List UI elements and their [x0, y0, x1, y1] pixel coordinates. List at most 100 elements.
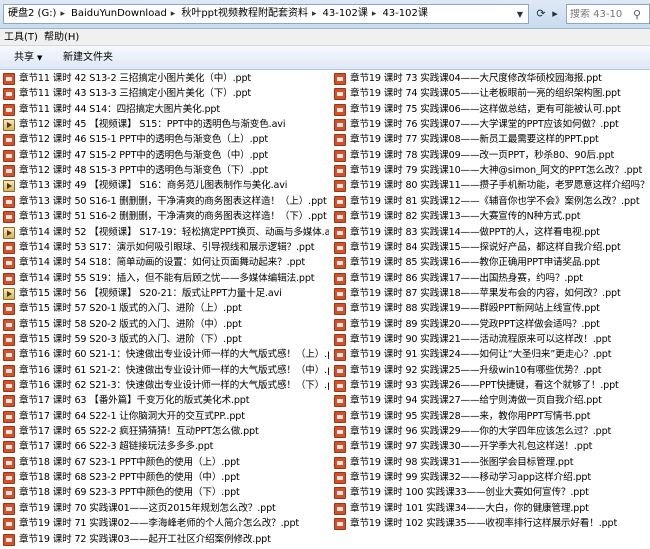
file-name: 章节17 课时 65 S22-2 疯狂猜猜猜！互动PPT怎么做.ppt [19, 426, 259, 438]
menu-help[interactable]: 帮助(H) [44, 31, 79, 44]
file-item[interactable]: 章节15 课时 58 S20-2 版式的入门、进阶（中）.ppt [3, 317, 329, 333]
ppt-file-icon [334, 180, 346, 193]
breadcrumb-course-folder[interactable]: 秋叶ppt视频教程附配套资料 [177, 5, 310, 23]
file-item[interactable]: 章节19 课时 90 实践课21——活动流程原来可以这样改！.ppt [334, 332, 650, 348]
file-name: 章节19 课时 94 实践课27——给宁则涛做一页自我介绍.ppt [350, 395, 602, 407]
file-item[interactable]: 章节15 课时 57 S20-1 版式的入门、进阶（上）.ppt [3, 301, 329, 317]
breadcrumb-separator-icon[interactable]: ▸ [58, 9, 67, 19]
file-item[interactable]: 章节19 课时 84 实践课15——探说好产品，都这样自我介绍.ppt [334, 240, 650, 256]
file-item[interactable]: 章节17 课时 64 S22-1 让你脑洞大开的交互式PP..ppt [3, 409, 329, 425]
file-item[interactable]: 章节19 课时 81 实践课12——《辅音你也学不会》案例怎么改？.ppt [334, 194, 650, 210]
file-item[interactable]: 章节19 课时 99 实践课32——移动学习app这样介绍.ppt [334, 470, 650, 486]
file-item[interactable]: 章节11 课时 42 S13-2 三招搞定小图片美化（中）.ppt [3, 71, 329, 87]
file-item[interactable]: 章节12 课时 48 S15-3 PPT中的透明色与渐变色（下）.ppt [3, 163, 329, 179]
file-item[interactable]: 章节18 课时 69 S23-3 PPT中颜色的使用（下）.ppt [3, 485, 329, 501]
file-item[interactable]: 章节19 课时 79 实践课10——大神@simon_阿文的PPT怎么改？.pp… [334, 163, 650, 179]
file-item[interactable]: 章节19 课时 85 实践课16——教你正确用PPT申请奖品.ppt [334, 255, 650, 271]
file-item[interactable]: 章节12 课时 45 【视频课】 S15：PPT中的透明色与渐变色.avi [3, 117, 329, 133]
ppt-file-icon [3, 211, 15, 224]
file-item[interactable]: 章节13 课时 51 S16-2 删删删，干净清爽的商务图表这样造！（下）.pp… [3, 209, 329, 225]
file-item[interactable]: 章节19 课时 88 实践课19——群殴PPT新网站上线宣传.ppt [334, 301, 650, 317]
file-item[interactable]: 章节19 课时 70 实践课01——这页2015年规划怎么改？.ppt [3, 501, 329, 517]
breadcrumb-baiduyun[interactable]: BaiduYunDownload [67, 5, 169, 23]
file-item[interactable]: 章节16 课时 60 S21-1：快速做出专业设计师一样的大气版式感！（上）.p… [3, 347, 329, 363]
menu-bar: 工具(T) 帮助(H) [0, 29, 650, 46]
ppt-file-icon [334, 380, 346, 392]
file-item[interactable]: 章节19 课时 75 实践课06——这样做总结，更有可能被认可.ppt [334, 102, 650, 118]
menu-tools[interactable]: 工具(T) [4, 31, 38, 44]
file-item[interactable]: 章节17 课时 65 S22-2 疯狂猜猜猜！互动PPT怎么做.ppt [3, 424, 329, 440]
file-item[interactable]: 章节16 课时 62 S21-3：快速做出专业设计师一样的大气版式感！（下）.p… [3, 378, 329, 394]
file-item[interactable]: 章节19 课时 73 实践课04——大尺度修改华硕校园海报.ppt [334, 71, 650, 87]
file-item[interactable]: 章节19 课时 72 实践课03——起开工社区介绍案例修改.ppt [3, 532, 329, 548]
file-name: 章节15 课时 57 S20-1 版式的入门、进阶（上）.ppt [19, 303, 242, 315]
breadcrumb-lesson-folder[interactable]: 43-102课 [318, 5, 369, 23]
file-item[interactable]: 章节19 课时 97 实践课30——开学季大礼包这样送！.ppt [334, 439, 650, 455]
file-item[interactable]: 章节19 课时 71 实践课02——李海峰老师的个人简介怎么改？.ppt [3, 516, 329, 532]
file-name: 章节13 课时 51 S16-2 删删删，干净清爽的商务图表这样造！（下）.pp… [19, 211, 327, 223]
file-item[interactable]: 章节17 课时 63 【番外篇】千变万化的版式美化术.ppt [3, 393, 329, 409]
file-item[interactable]: 章节19 课时 102 实践课35——收视率排行这样展示好看！.ppt [334, 516, 650, 532]
file-item[interactable]: 章节19 课时 96 实践课29——你的大学四年应该怎么过？.ppt [334, 424, 650, 440]
search-icon[interactable]: ⚲ [633, 8, 641, 21]
file-item[interactable]: 章节19 课时 86 实践课17——出国热身赛，约吗？.ppt [334, 271, 650, 287]
file-item[interactable]: 章节12 课时 47 S15-2 PPT中的透明色与渐变色（中）.ppt [3, 148, 329, 164]
file-item[interactable]: 章节19 课时 76 实践课07——大学课堂的PPT应该如何做？.ppt [334, 117, 650, 133]
file-item[interactable]: 章节13 课时 50 S16-1 删删删，干净清爽的商务图表这样造！（上）.pp… [3, 194, 329, 210]
file-item[interactable]: 章节19 课时 87 实践课18——苹果发布会的内容，如何改？.ppt [334, 286, 650, 302]
file-item[interactable]: 章节18 课时 67 S23-1 PPT中颜色的使用（上）.ppt [3, 455, 329, 471]
file-item[interactable]: 章节16 课时 61 S21-2：快速做出专业设计师一样的大气版式感！（中）.p… [3, 363, 329, 379]
forward-arrow-icon[interactable]: ▸ [545, 5, 565, 23]
file-item[interactable]: 章节12 课时 46 S15-1 PPT中的透明色与渐变色（上）.ppt [3, 132, 329, 148]
breadcrumb-drive[interactable]: 硬盘2 (G:) [4, 5, 58, 23]
address-bar[interactable]: 硬盘2 (G:) ▸ BaiduYunDownload ▸ 秋叶ppt视频教程附… [3, 4, 529, 24]
breadcrumb-separator-icon[interactable]: ▸ [310, 9, 319, 19]
file-name: 章节18 课时 67 S23-1 PPT中颜色的使用（上）.ppt [19, 456, 240, 468]
ppt-file-icon [3, 410, 15, 423]
file-item[interactable]: 章节19 课时 92 实践课25——升级win10有哪些优势？.ppt [334, 363, 650, 379]
chevron-down-icon[interactable]: ▼ [512, 10, 528, 19]
file-item[interactable]: 章节19 课时 101 实践课34——大白，你的健康管理.ppt [334, 501, 650, 517]
file-list: 章节11 课时 42 S13-2 三招搞定小图片美化（中）.ppt 章节11 课时… [0, 71, 650, 549]
breadcrumb-separator-icon[interactable]: ▸ [169, 9, 178, 19]
file-item[interactable]: 章节19 课时 89 实践课20——党政PPT这样做会适吗？.ppt [334, 317, 650, 333]
ppt-file-icon [334, 303, 346, 316]
file-item[interactable]: 章节14 课时 53 S17：演示如何吸引眼球、引导视线和展示逻辑？.ppt [3, 240, 329, 256]
file-item[interactable]: 章节19 课时 78 实践课09——改一页PPT，秒杀80、90后.ppt [334, 148, 650, 164]
file-item[interactable]: 章节19 课时 95 实践课28——来，教你用PPT写情书.ppt [334, 409, 650, 425]
file-item[interactable]: 章节17 课时 66 S22-3 超链接玩法多多多.ppt [3, 439, 329, 455]
file-item[interactable]: 章节19 课时 77 实践课08——新员工最需要这样的PPT.ppt [334, 132, 650, 148]
ppt-file-icon [334, 318, 346, 331]
file-item[interactable]: 章节19 课时 93 实践课26——PPT快捷键，看这个就够了！.ppt [334, 378, 650, 394]
new-folder-button[interactable]: 新建文件夹 [63, 51, 113, 65]
search-box[interactable]: ⚲ [566, 4, 650, 24]
file-item[interactable]: 章节11 课时 43 S13-3 三招搞定小图片美化（下）.ppt [3, 86, 329, 102]
breadcrumb-current-folder[interactable]: 43-102课 [378, 5, 429, 23]
file-item[interactable]: 章节14 课时 54 S18：简单动画的设置：如何让页面舞动起来？.ppt [3, 255, 329, 271]
file-item[interactable]: 章节13 课时 49 【视频课】 S16：商务范儿图表制作与美化.avi [3, 178, 329, 194]
search-input[interactable] [567, 8, 633, 20]
file-name: 章节19 课时 71 实践课02——李海峰老师的个人简介怎么改？.ppt [19, 518, 300, 530]
file-item[interactable]: 章节18 课时 68 S23-2 PPT中颜色的使用（中）.ppt [3, 470, 329, 486]
file-item[interactable]: 章节19 课时 83 实践课14——做PPT的人，这样看电视.ppt [334, 225, 650, 241]
file-name: 章节11 课时 44 S14：四招搞定大图片美化.ppt [19, 103, 220, 115]
file-item[interactable]: 章节14 课时 52 【视频课】 S17-19：轻松搞定PPT换页、动画与多媒体… [3, 225, 329, 241]
share-button[interactable]: 共享 ▼ [14, 51, 42, 65]
ppt-file-icon [3, 380, 15, 392]
file-item[interactable]: 章节14 课时 55 S19：插入，但不能有后顾之忧——多媒体编辑法.ppt [3, 271, 329, 287]
file-item[interactable]: 章节19 课时 82 实践课13——大赛宣传的N种方式.ppt [334, 209, 650, 225]
file-item[interactable]: 章节19 课时 94 实践课27——给宁则涛做一页自我介绍.ppt [334, 393, 650, 409]
file-item[interactable]: 章节19 课时 98 实践课31——张图学会目标管理.ppt [334, 455, 650, 471]
ppt-file-icon [334, 456, 346, 469]
file-item[interactable]: 章节19 课时 80 实践课11——攒子手机新功能，老罗愿意这样介绍吗？.ppt [334, 178, 650, 194]
file-item[interactable]: 章节19 课时 100 实践课33——创业大赛如何宣传？.ppt [334, 485, 650, 501]
file-name: 章节11 课时 43 S13-3 三招搞定小图片美化（下）.ppt [19, 88, 252, 100]
file-item[interactable]: 章节19 课时 91 实践课24——如何让“大圣归来”更走心？.ppt [334, 347, 650, 363]
file-item[interactable]: 章节11 课时 44 S14：四招搞定大图片美化.ppt [3, 102, 329, 118]
file-name: 章节17 课时 63 【番外篇】千变万化的版式美化术.ppt [19, 395, 250, 407]
file-item[interactable]: 章节19 课时 74 实践课05——让老板眼前一亮的组织架构图.ppt [334, 86, 650, 102]
file-name: 章节18 课时 68 S23-2 PPT中颜色的使用（中）.ppt [19, 472, 240, 484]
file-item[interactable]: 章节15 课时 56 【视频课】 S20-21：版式让PPT力量十足.avi [3, 286, 329, 302]
breadcrumb-separator-icon[interactable]: ▸ [370, 9, 379, 19]
file-item[interactable]: 章节15 课时 59 S20-3 版式的入门、进阶（下）.ppt [3, 332, 329, 348]
